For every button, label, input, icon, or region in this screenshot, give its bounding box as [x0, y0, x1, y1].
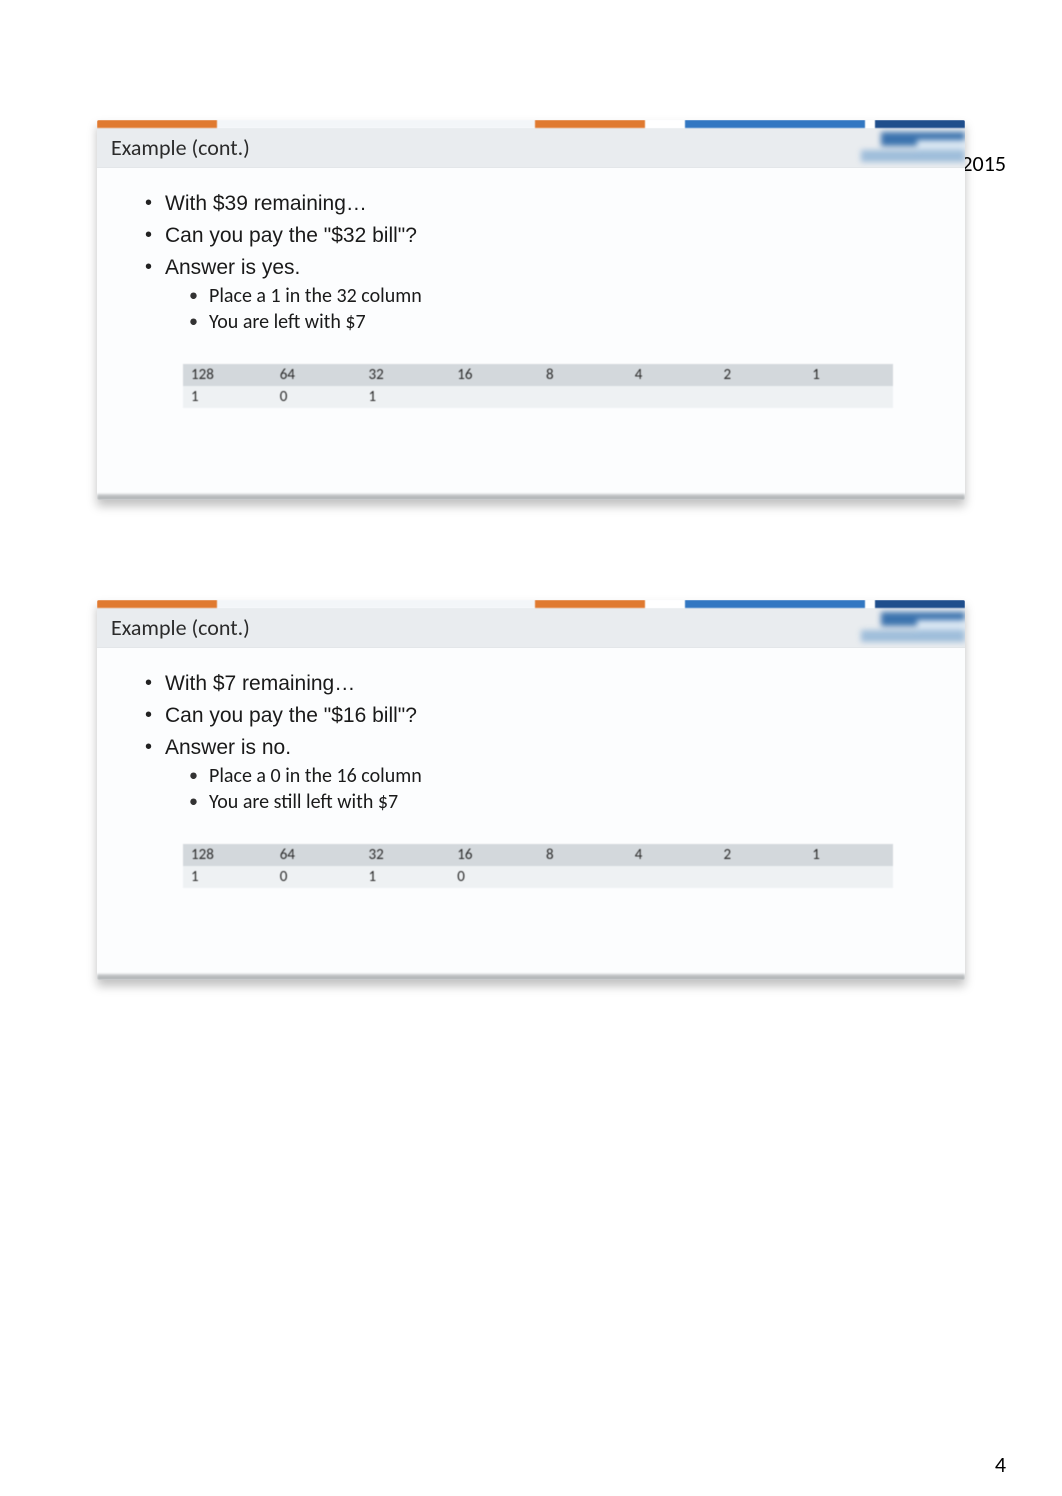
table-header-row: 128 64 32 16 8 4 2 1 [183, 364, 893, 386]
bullet: Can you pay the "$32 bill"? [143, 224, 923, 248]
table-header-row: 128 64 32 16 8 4 2 1 [183, 844, 893, 866]
table-value-row: 1 0 1 [183, 386, 893, 408]
col-16: 16 [449, 844, 538, 866]
page-number: 4 [995, 1451, 1006, 1478]
val-4 [627, 866, 716, 888]
col-4: 4 [627, 364, 716, 386]
page: 10/20/2015 Example (cont.) With $39 rema… [0, 120, 1062, 1496]
bullet: Answer is no. Place a 0 in the 16 column… [143, 736, 923, 814]
slide-title: Example (cont.) [97, 128, 965, 168]
slide-body: With $39 remaining… Can you pay the "$32… [97, 168, 965, 494]
col-4: 4 [627, 844, 716, 866]
col-8: 8 [538, 364, 627, 386]
bullet: Answer is yes. Place a 1 in the 32 colum… [143, 256, 923, 334]
sub-bullet: You are left with $7 [189, 310, 923, 334]
sub-bullet: Place a 0 in the 16 column [189, 764, 923, 788]
slide-body: With $7 remaining… Can you pay the "$16 … [97, 648, 965, 974]
slide-top-accent [97, 120, 965, 128]
col-1: 1 [804, 364, 893, 386]
table-value-row: 1 0 1 0 [183, 866, 893, 888]
col-128: 128 [183, 844, 272, 866]
val-8 [538, 866, 627, 888]
col-64: 64 [272, 844, 361, 866]
val-2 [716, 866, 805, 888]
col-32: 32 [361, 364, 450, 386]
col-1: 1 [804, 844, 893, 866]
sub-bullet: You are still left with $7 [189, 790, 923, 814]
val-64: 0 [272, 866, 361, 888]
binary-table: 128 64 32 16 8 4 2 1 1 0 1 [183, 364, 893, 408]
col-128: 128 [183, 364, 272, 386]
sub-bullet: Place a 1 in the 32 column [189, 284, 923, 308]
col-16: 16 [449, 364, 538, 386]
bullet-text: Answer is yes. [165, 256, 300, 279]
val-16 [449, 386, 538, 408]
val-1 [804, 866, 893, 888]
val-32: 1 [361, 866, 450, 888]
col-64: 64 [272, 364, 361, 386]
val-4 [627, 386, 716, 408]
binary-table: 128 64 32 16 8 4 2 1 1 0 1 0 [183, 844, 893, 888]
val-64: 0 [272, 386, 361, 408]
bullet: With $39 remaining… [143, 192, 923, 216]
slide-bottom-edge [97, 974, 965, 980]
bullet-text: Answer is no. [165, 736, 291, 759]
val-128: 1 [183, 386, 272, 408]
val-128: 1 [183, 866, 272, 888]
slide-title: Example (cont.) [97, 608, 965, 648]
col-8: 8 [538, 844, 627, 866]
val-16: 0 [449, 866, 538, 888]
slide-1: Example (cont.) With $39 remaining… Can … [97, 120, 965, 500]
val-32: 1 [361, 386, 450, 408]
slide-2: Example (cont.) With $7 remaining… Can y… [97, 600, 965, 980]
col-32: 32 [361, 844, 450, 866]
slide-top-accent [97, 600, 965, 608]
bullet: Can you pay the "$16 bill"? [143, 704, 923, 728]
slide-bottom-edge [97, 494, 965, 500]
bullet: With $7 remaining… [143, 672, 923, 696]
val-2 [716, 386, 805, 408]
col-2: 2 [716, 844, 805, 866]
col-2: 2 [716, 364, 805, 386]
val-8 [538, 386, 627, 408]
val-1 [804, 386, 893, 408]
